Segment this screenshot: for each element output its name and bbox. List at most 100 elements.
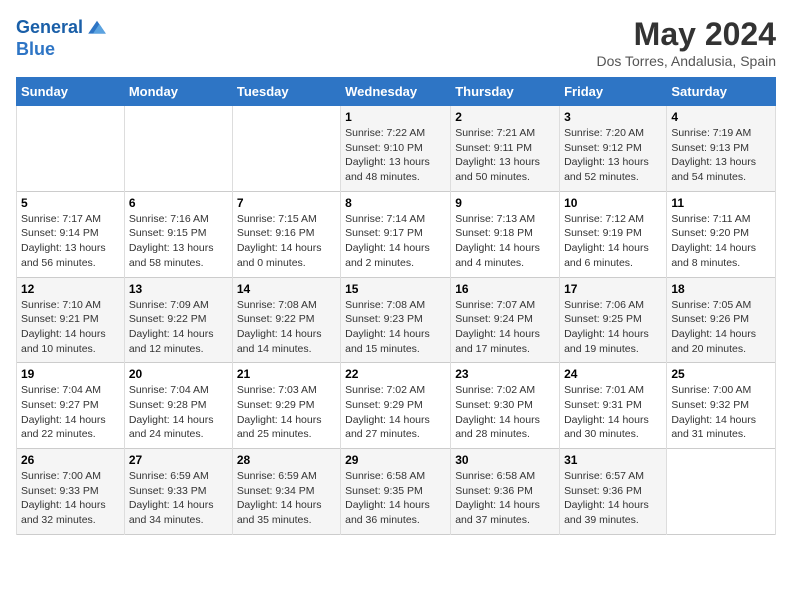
day-number: 21 <box>237 367 336 381</box>
calendar-cell <box>124 106 232 192</box>
day-info: Sunrise: 7:11 AM Sunset: 9:20 PM Dayligh… <box>671 212 771 271</box>
day-number: 11 <box>671 196 771 210</box>
calendar-cell: 31 Sunrise: 6:57 AM Sunset: 9:36 PM Dayli… <box>560 449 667 535</box>
day-number: 23 <box>455 367 555 381</box>
day-info: Sunrise: 6:58 AM Sunset: 9:36 PM Dayligh… <box>455 469 555 528</box>
day-number: 31 <box>564 453 662 467</box>
day-number: 27 <box>129 453 228 467</box>
calendar-cell: 29 Sunrise: 6:58 AM Sunset: 9:35 PM Dayli… <box>341 449 451 535</box>
day-number: 6 <box>129 196 228 210</box>
calendar-cell: 6 Sunrise: 7:16 AM Sunset: 9:15 PM Daylig… <box>124 191 232 277</box>
day-number: 1 <box>345 110 446 124</box>
calendar-cell: 20 Sunrise: 7:04 AM Sunset: 9:28 PM Dayli… <box>124 363 232 449</box>
logo: General Blue <box>16 16 109 60</box>
day-info: Sunrise: 7:16 AM Sunset: 9:15 PM Dayligh… <box>129 212 228 271</box>
calendar-cell: 28 Sunrise: 6:59 AM Sunset: 9:34 PM Dayli… <box>232 449 340 535</box>
logo-icon <box>85 16 109 40</box>
calendar-cell <box>667 449 776 535</box>
day-number: 18 <box>671 282 771 296</box>
day-info: Sunrise: 7:12 AM Sunset: 9:19 PM Dayligh… <box>564 212 662 271</box>
page-header: General Blue May 2024 Dos Torres, Andalu… <box>16 16 776 69</box>
day-number: 28 <box>237 453 336 467</box>
calendar-cell: 27 Sunrise: 6:59 AM Sunset: 9:33 PM Dayli… <box>124 449 232 535</box>
day-info: Sunrise: 7:20 AM Sunset: 9:12 PM Dayligh… <box>564 126 662 185</box>
calendar-cell: 13 Sunrise: 7:09 AM Sunset: 9:22 PM Dayli… <box>124 277 232 363</box>
day-info: Sunrise: 7:09 AM Sunset: 9:22 PM Dayligh… <box>129 298 228 357</box>
calendar-cell: 12 Sunrise: 7:10 AM Sunset: 9:21 PM Dayli… <box>17 277 125 363</box>
day-info: Sunrise: 7:10 AM Sunset: 9:21 PM Dayligh… <box>21 298 120 357</box>
day-number: 12 <box>21 282 120 296</box>
calendar-cell: 3 Sunrise: 7:20 AM Sunset: 9:12 PM Daylig… <box>560 106 667 192</box>
calendar-cell: 16 Sunrise: 7:07 AM Sunset: 9:24 PM Dayli… <box>451 277 560 363</box>
day-info: Sunrise: 7:04 AM Sunset: 9:28 PM Dayligh… <box>129 383 228 442</box>
logo-blue-text: Blue <box>16 40 109 60</box>
calendar-cell: 11 Sunrise: 7:11 AM Sunset: 9:20 PM Dayli… <box>667 191 776 277</box>
day-info: Sunrise: 7:00 AM Sunset: 9:32 PM Dayligh… <box>671 383 771 442</box>
day-number: 29 <box>345 453 446 467</box>
day-info: Sunrise: 7:01 AM Sunset: 9:31 PM Dayligh… <box>564 383 662 442</box>
weekday-header: Sunday <box>17 78 125 106</box>
calendar-cell: 14Sunrise: 7:08 AM Sunset: 9:22 PM Dayli… <box>232 277 340 363</box>
day-number: 4 <box>671 110 771 124</box>
day-number: 3 <box>564 110 662 124</box>
day-info: Sunrise: 6:57 AM Sunset: 9:36 PM Dayligh… <box>564 469 662 528</box>
day-number: 10 <box>564 196 662 210</box>
day-info: Sunrise: 7:07 AM Sunset: 9:24 PM Dayligh… <box>455 298 555 357</box>
day-number: 15 <box>345 282 446 296</box>
day-info: Sunrise: 7:13 AM Sunset: 9:18 PM Dayligh… <box>455 212 555 271</box>
page-subtitle: Dos Torres, Andalusia, Spain <box>596 53 776 69</box>
day-info: Sunrise: 7:05 AM Sunset: 9:26 PM Dayligh… <box>671 298 771 357</box>
day-number: 30 <box>455 453 555 467</box>
calendar-cell: 30 Sunrise: 6:58 AM Sunset: 9:36 PM Dayli… <box>451 449 560 535</box>
day-info: Sunrise: 7:06 AM Sunset: 9:25 PM Dayligh… <box>564 298 662 357</box>
calendar-cell: 17Sunrise: 7:06 AM Sunset: 9:25 PM Dayli… <box>560 277 667 363</box>
calendar-table: SundayMondayTuesdayWednesdayThursdayFrid… <box>16 77 776 535</box>
calendar-cell: 4Sunrise: 7:19 AM Sunset: 9:13 PM Daylig… <box>667 106 776 192</box>
weekday-header: Thursday <box>451 78 560 106</box>
day-info: Sunrise: 6:59 AM Sunset: 9:34 PM Dayligh… <box>237 469 336 528</box>
logo-text: General <box>16 18 83 38</box>
page-title: May 2024 <box>596 16 776 53</box>
day-number: 22 <box>345 367 446 381</box>
calendar-cell: 24Sunrise: 7:01 AM Sunset: 9:31 PM Dayli… <box>560 363 667 449</box>
day-number: 26 <box>21 453 120 467</box>
day-info: Sunrise: 6:59 AM Sunset: 9:33 PM Dayligh… <box>129 469 228 528</box>
day-info: Sunrise: 7:15 AM Sunset: 9:16 PM Dayligh… <box>237 212 336 271</box>
calendar-cell <box>232 106 340 192</box>
day-info: Sunrise: 7:08 AM Sunset: 9:23 PM Dayligh… <box>345 298 446 357</box>
calendar-cell: 9 Sunrise: 7:13 AM Sunset: 9:18 PM Daylig… <box>451 191 560 277</box>
weekday-header: Monday <box>124 78 232 106</box>
day-number: 7 <box>237 196 336 210</box>
day-number: 16 <box>455 282 555 296</box>
calendar-cell: 18 Sunrise: 7:05 AM Sunset: 9:26 PM Dayli… <box>667 277 776 363</box>
calendar-cell: 10 Sunrise: 7:12 AM Sunset: 9:19 PM Dayli… <box>560 191 667 277</box>
day-info: Sunrise: 7:02 AM Sunset: 9:29 PM Dayligh… <box>345 383 446 442</box>
day-number: 20 <box>129 367 228 381</box>
calendar-week-row: 1 Sunrise: 7:22 AM Sunset: 9:10 PM Daylig… <box>17 106 776 192</box>
calendar-cell: 5Sunrise: 7:17 AM Sunset: 9:14 PM Daylig… <box>17 191 125 277</box>
day-number: 9 <box>455 196 555 210</box>
day-info: Sunrise: 7:08 AM Sunset: 9:22 PM Dayligh… <box>237 298 336 357</box>
day-number: 13 <box>129 282 228 296</box>
calendar-cell: 15 Sunrise: 7:08 AM Sunset: 9:23 PM Dayli… <box>341 277 451 363</box>
calendar-cell: 25 Sunrise: 7:00 AM Sunset: 9:32 PM Dayli… <box>667 363 776 449</box>
weekday-header: Wednesday <box>341 78 451 106</box>
day-info: Sunrise: 6:58 AM Sunset: 9:35 PM Dayligh… <box>345 469 446 528</box>
day-info: Sunrise: 7:02 AM Sunset: 9:30 PM Dayligh… <box>455 383 555 442</box>
day-info: Sunrise: 7:03 AM Sunset: 9:29 PM Dayligh… <box>237 383 336 442</box>
calendar-cell: 8Sunrise: 7:14 AM Sunset: 9:17 PM Daylig… <box>341 191 451 277</box>
calendar-cell: 21 Sunrise: 7:03 AM Sunset: 9:29 PM Dayli… <box>232 363 340 449</box>
day-number: 25 <box>671 367 771 381</box>
calendar-cell: 23 Sunrise: 7:02 AM Sunset: 9:30 PM Dayli… <box>451 363 560 449</box>
day-info: Sunrise: 7:21 AM Sunset: 9:11 PM Dayligh… <box>455 126 555 185</box>
calendar-cell: 2 Sunrise: 7:21 AM Sunset: 9:11 PM Daylig… <box>451 106 560 192</box>
day-info: Sunrise: 7:22 AM Sunset: 9:10 PM Dayligh… <box>345 126 446 185</box>
day-number: 5 <box>21 196 120 210</box>
day-number: 19 <box>21 367 120 381</box>
day-number: 2 <box>455 110 555 124</box>
calendar-cell: 19Sunrise: 7:04 AM Sunset: 9:27 PM Dayli… <box>17 363 125 449</box>
title-block: May 2024 Dos Torres, Andalusia, Spain <box>596 16 776 69</box>
calendar-week-row: 26Sunrise: 7:00 AM Sunset: 9:33 PM Dayli… <box>17 449 776 535</box>
calendar-week-row: 12 Sunrise: 7:10 AM Sunset: 9:21 PM Dayli… <box>17 277 776 363</box>
calendar-cell <box>17 106 125 192</box>
